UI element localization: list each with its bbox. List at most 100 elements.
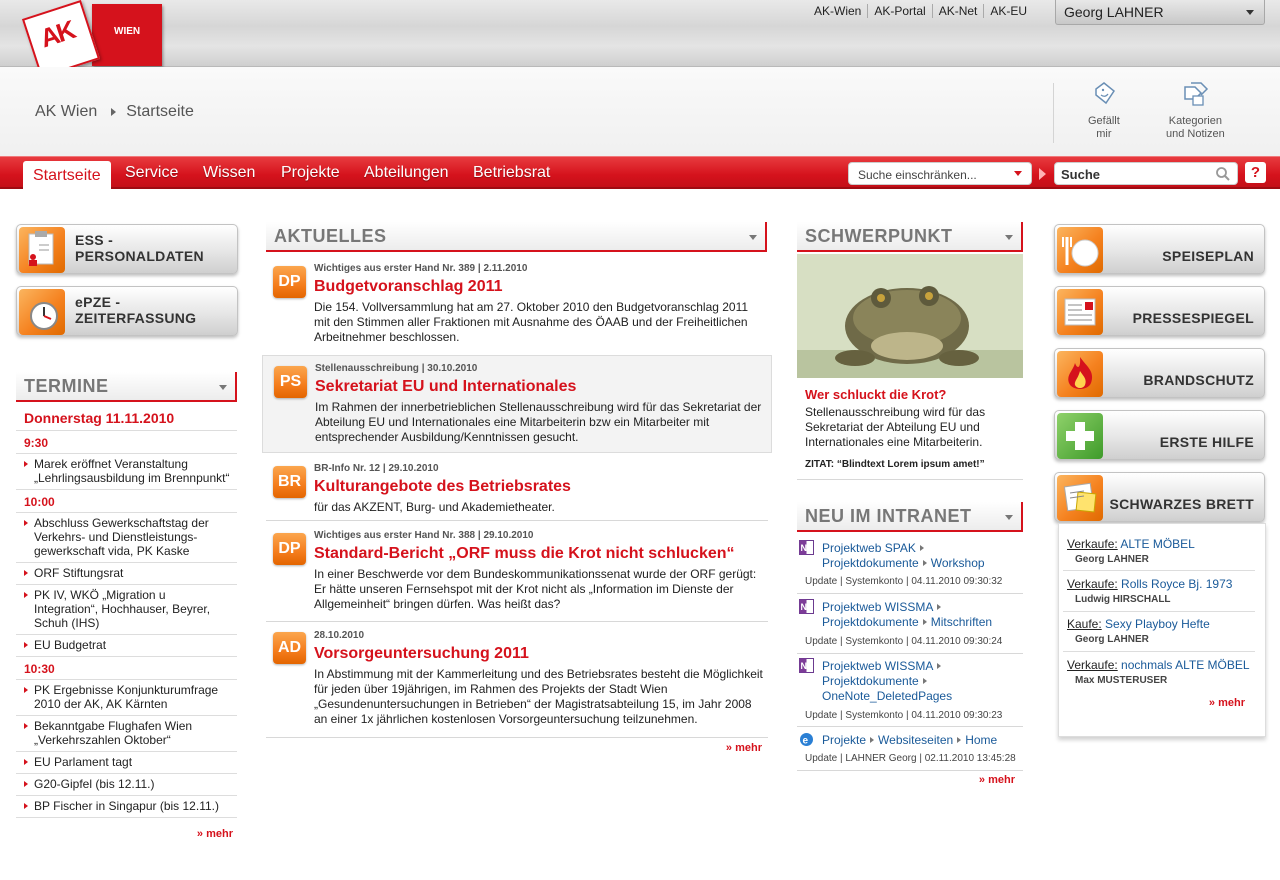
termin-item[interactable]: G20-Gipfel (bis 12.11.)	[16, 774, 237, 796]
pressespiegel-tile[interactable]: PRESSESPIEGEL	[1054, 286, 1265, 336]
breadcrumb-separator-icon	[922, 619, 927, 625]
epze-zeiterfassung-tile[interactable]: ePZE - ZEITERFASSUNG	[16, 286, 238, 336]
termin-item[interactable]: ORF Stiftungsrat	[16, 563, 237, 585]
intranet-update: Update | Systemkonto | 04.11.2010 09:30:…	[805, 636, 1003, 647]
first-aid-cross-icon	[1057, 413, 1103, 459]
news-badge: DP	[273, 266, 306, 298]
brett-entry[interactable]: Verkaufe: nochmals ALTE MÖBEL Max MUSTER…	[1067, 658, 1255, 686]
search-scope-select[interactable]: Suche einschränken...	[848, 162, 1032, 185]
link-ak-net[interactable]: AK-Net	[931, 4, 984, 18]
divider	[797, 479, 1023, 480]
news-title[interactable]: Sekretariat EU und Internationales	[315, 378, 576, 396]
ess-personaldaten-tile[interactable]: ESS - PERSONALDATEN	[16, 224, 238, 274]
breadcrumb: AK Wien Startseite	[35, 103, 194, 121]
tab-betriebsrat[interactable]: Betriebsrat	[473, 164, 550, 182]
news-text: für das AKZENT, Burg- und Akademietheate…	[314, 500, 555, 514]
search-input[interactable]	[1061, 167, 1211, 182]
tab-startseite[interactable]: Startseite	[23, 161, 111, 190]
user-menu[interactable]: Georg LAHNER	[1055, 0, 1265, 25]
news-title[interactable]: Standard-Bericht „ORF muss die Krot nich…	[314, 545, 735, 563]
chevron-down-icon	[219, 385, 227, 390]
termin-time: 10:00	[24, 495, 55, 509]
tab-wissen[interactable]: Wissen	[203, 164, 255, 182]
intranet-item-link[interactable]: Projektweb WISSMA Projektdokumente OneNo…	[822, 659, 952, 704]
divider	[1063, 611, 1255, 612]
schwerpunkt-text: Stellenausschreibung wird für das Sekret…	[805, 405, 986, 449]
schwerpunkt-header[interactable]: SCHWERPUNKT	[797, 222, 1023, 252]
link-ak-eu[interactable]: AK-EU	[983, 4, 1033, 18]
breadcrumb-ak-wien[interactable]: AK Wien	[35, 103, 97, 121]
termine-header[interactable]: TERMINE	[16, 372, 237, 402]
help-button[interactable]: ?	[1245, 162, 1266, 183]
tab-abteilungen[interactable]: Abteilungen	[364, 164, 449, 182]
termin-item[interactable]: PK IV, WKÖ „Migration u Integration“, Ho…	[16, 585, 237, 635]
tab-service[interactable]: Service	[125, 164, 178, 182]
erste-hilfe-tile[interactable]: ERSTE HILFE	[1054, 410, 1265, 460]
termin-item[interactable]: PK Ergebnisse Konjunkturumfrage 2010 der…	[16, 679, 237, 716]
termin-item[interactable]: Marek eröffnet Veranstaltung „Lehrlingsa…	[16, 453, 237, 490]
plate-fork-icon	[1057, 227, 1103, 273]
tab-projekte[interactable]: Projekte	[281, 164, 340, 182]
termin-item[interactable]: EU Parlament tagt	[16, 752, 237, 774]
breadcrumb-separator-icon	[957, 737, 962, 743]
divider	[797, 770, 1023, 771]
termin-item[interactable]: Abschluss Gewerkschaftstag der Verkehrs-…	[16, 512, 237, 563]
brandschutz-tile[interactable]: BRANDSCHUTZ	[1054, 348, 1265, 398]
like-button[interactable]: Gefällt mir	[1088, 81, 1120, 141]
link-ak-wien[interactable]: AK-Wien	[808, 4, 867, 18]
schwarzes-brett-tile[interactable]: SCHWARZES BRETT	[1054, 472, 1265, 522]
news-badge: AD	[273, 632, 306, 664]
news-meta: Wichtiges aus erster Hand Nr. 389 | 2.11…	[314, 263, 528, 274]
brett-entry[interactable]: Kaufe: Sexy Playboy Hefte Georg LAHNER	[1067, 617, 1255, 645]
svg-text:N: N	[801, 602, 808, 612]
news-text: In Abstimmung mit der Kammerleitung und …	[314, 667, 763, 726]
divider	[266, 737, 768, 738]
news-item[interactable]: DP Wichtiges aus erster Hand Nr. 389 | 2…	[262, 256, 772, 352]
intranet-more-link[interactable]: » mehr	[797, 774, 1019, 786]
ak-wien-logo[interactable]: WIEN AK	[21, 0, 164, 79]
breadcrumb-separator-icon	[937, 604, 942, 610]
toad-image[interactable]	[797, 254, 1023, 378]
divider	[1053, 83, 1054, 143]
aktuelles-more-link[interactable]: » mehr	[262, 742, 766, 754]
news-meta: BR-Info Nr. 12 | 29.10.2010	[314, 463, 439, 474]
news-badge: PS	[274, 366, 307, 398]
speiseplan-tile[interactable]: SPEISEPLAN	[1054, 224, 1265, 274]
divider	[797, 653, 1023, 654]
aktuelles-header[interactable]: AKTUELLES	[266, 222, 767, 252]
tags-notes-icon	[1184, 82, 1209, 106]
intranet-header[interactable]: NEU IM INTRANET	[797, 502, 1023, 532]
schwerpunkt-headline[interactable]: Wer schluckt die Krot?	[805, 387, 946, 402]
intranet-item-link[interactable]: Projekte Websiteseiten Home	[822, 733, 997, 748]
chevron-down-icon	[1005, 235, 1013, 240]
brett-entry[interactable]: Verkaufe: ALTE MÖBEL Georg LAHNER	[1067, 537, 1255, 565]
intranet-item-link[interactable]: Projektweb WISSMA Projektdokumente Mitsch…	[822, 600, 992, 630]
portal-links: AK-Wien AK-Portal AK-Net AK-EU	[808, 4, 1033, 18]
user-name: Georg LAHNER	[1064, 4, 1164, 20]
brett-more-link[interactable]: » mehr	[1209, 697, 1249, 709]
search-box	[1054, 162, 1238, 185]
termin-item[interactable]: EU Budgetrat	[16, 635, 237, 657]
termin-item[interactable]: BP Fischer in Singapur (bis 12.11.)	[16, 796, 237, 818]
link-ak-portal[interactable]: AK-Portal	[867, 4, 931, 18]
termin-item[interactable]: Bekanntgabe Flughafen Wien „Verkehrszahl…	[16, 716, 237, 752]
search-icon[interactable]	[1215, 166, 1231, 182]
breadcrumb-separator-icon	[919, 545, 924, 551]
news-item[interactable]: DP Wichtiges aus erster Hand Nr. 388 | 2…	[262, 523, 772, 622]
termine-more-link[interactable]: » mehr	[16, 828, 237, 840]
svg-text:e: e	[803, 736, 809, 747]
news-title[interactable]: Budgetvoranschlag 2011	[314, 278, 503, 296]
tags-notes-button[interactable]: Kategorien und Notizen	[1166, 81, 1225, 141]
news-title[interactable]: Vorsorgeuntersuchung 2011	[314, 645, 529, 663]
intranet-update: Update | Systemkonto | 04.11.2010 09:30:…	[805, 710, 1003, 721]
brett-entry[interactable]: Verkaufe: Rolls Royce Bj. 1973 Ludwig HI…	[1067, 577, 1255, 605]
arrow-right-icon	[1039, 168, 1046, 180]
divider	[266, 621, 768, 622]
news-item[interactable]: AD 28.10.2010 Vorsorgeuntersuchung 2011 …	[262, 624, 772, 738]
news-item[interactable]: PS Stellenausschreibung | 30.10.2010 Sek…	[262, 355, 772, 453]
newspaper-icon	[1057, 289, 1103, 335]
news-item[interactable]: BR BR-Info Nr. 12 | 29.10.2010 Kulturang…	[262, 456, 772, 521]
intranet-item-link[interactable]: Projektweb SPAK Projektdokumente Workshop	[822, 541, 985, 571]
tag-like-icon	[1095, 82, 1115, 105]
news-title[interactable]: Kulturangebote des Betriebsrates	[314, 478, 571, 496]
